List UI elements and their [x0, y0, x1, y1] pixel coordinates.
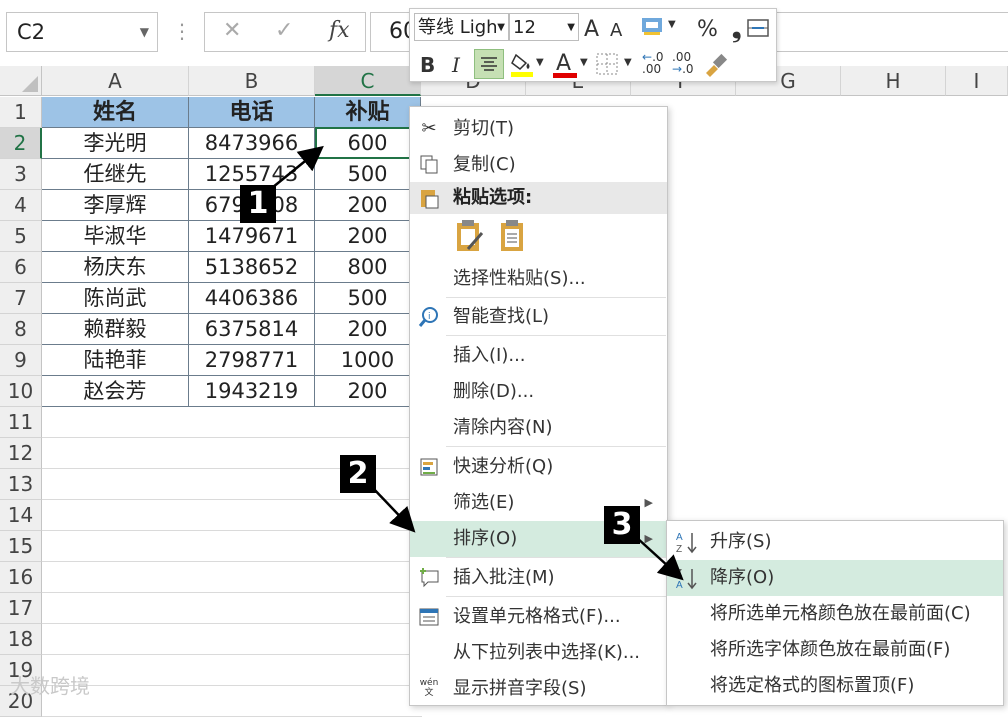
- step-marker-2: 2: [340, 455, 376, 493]
- arrow-3: [635, 536, 684, 581]
- step-marker-3: 3: [604, 506, 640, 544]
- step-marker-1: 1: [240, 185, 276, 223]
- arrow-2: [371, 486, 416, 533]
- annotation-arrows: [261, 145, 684, 581]
- watermark: 大数跨境: [10, 674, 90, 698]
